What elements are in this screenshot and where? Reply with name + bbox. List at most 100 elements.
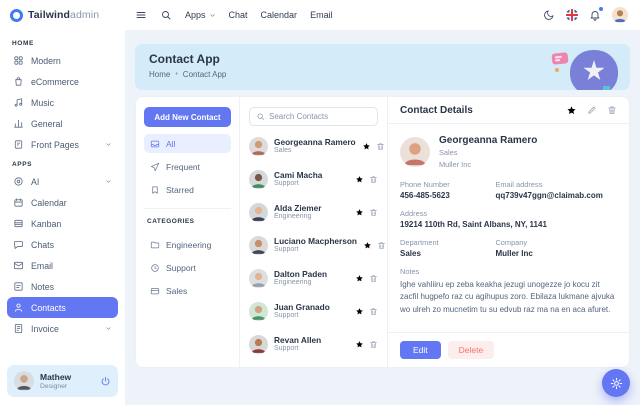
chat-icon [13, 239, 24, 250]
star-icon[interactable] [362, 142, 371, 151]
sidebar-item-kanban[interactable]: Kanban [7, 213, 118, 234]
user-avatar [14, 371, 34, 391]
contact-row[interactable]: Alda ZiemerEngineering [249, 196, 378, 229]
category-engineering[interactable]: Engineering [144, 235, 231, 254]
contact-row[interactable]: Revan AllenSupport [249, 328, 378, 361]
star-icon[interactable] [355, 340, 364, 349]
teal-rect-shape [603, 86, 610, 90]
details-company-top: Muller Inc [439, 160, 537, 170]
pink-card-shape [551, 52, 568, 65]
nav-apps[interactable]: Apps [185, 10, 216, 20]
contact-avatar [249, 269, 268, 288]
contact-department: Support [274, 312, 330, 321]
filter-frequent[interactable]: Frequent [144, 157, 231, 176]
sidebar-item-ai[interactable]: AI [7, 171, 118, 192]
contact-name: Dalton Paden [274, 269, 327, 279]
search-contacts-input[interactable] [269, 112, 371, 121]
grid-icon [13, 55, 24, 66]
sidebar-item-contacts[interactable]: Contacts [7, 297, 118, 318]
chevron-down-icon [105, 141, 112, 148]
star-icon[interactable] [355, 307, 364, 316]
brand-logo[interactable]: Tailwindadmin [0, 9, 125, 22]
breadcrumb-separator: • [175, 71, 177, 78]
add-new-contact-button[interactable]: Add New Contact [144, 107, 231, 127]
search-icon[interactable] [160, 9, 172, 21]
sidebar-item-music[interactable]: Music [7, 92, 118, 113]
contact-avatar [249, 302, 268, 321]
notification-dot [599, 7, 603, 11]
trash-icon[interactable] [369, 175, 378, 184]
star-icon[interactable] [355, 175, 364, 184]
bell-icon[interactable] [589, 9, 601, 21]
sidebar-item-general[interactable]: General [7, 113, 118, 134]
sidebar-section-apps: APPS [12, 161, 118, 168]
trash-icon[interactable] [377, 241, 386, 250]
nav-calendar[interactable]: Calendar [261, 10, 298, 20]
star-icon[interactable] [566, 105, 577, 116]
edit-pencil-icon[interactable] [587, 105, 597, 115]
details-avatar [400, 137, 430, 167]
top-header: Tailwindadmin Apps Chat Calendar Email [0, 0, 640, 30]
contact-department: Engineering [274, 213, 322, 222]
edit-button[interactable]: Edit [400, 341, 441, 359]
moon-icon[interactable] [543, 9, 555, 21]
breadcrumb: Home • Contact App [149, 70, 616, 79]
settings-fab-button[interactable] [602, 369, 630, 397]
clock-icon [150, 263, 160, 273]
sidebar-item-chats[interactable]: Chats [7, 234, 118, 255]
category-support[interactable]: Support [144, 258, 231, 277]
details-header: Contact Details [388, 97, 629, 124]
category-sales[interactable]: Sales [144, 281, 231, 300]
document-icon [13, 139, 24, 150]
filter-all[interactable]: All [144, 134, 231, 153]
contact-name: Alda Ziemer [274, 203, 322, 213]
chevron-down-icon [209, 12, 216, 19]
search-icon [256, 112, 265, 121]
filter-starred[interactable]: Starred [144, 180, 231, 199]
contact-row[interactable]: Juan GranadoSupport [249, 295, 378, 328]
contact-name: Revan Allen [274, 335, 321, 345]
contact-department: Sales [274, 147, 356, 156]
sidebar-item-calendar[interactable]: Calendar [7, 192, 118, 213]
sidebar-item-front-pages[interactable]: Front Pages [7, 134, 118, 155]
page-banner: Contact App Home • Contact App [135, 44, 630, 90]
details-footer: Edit Delete [388, 332, 629, 367]
sidebar-item-modern[interactable]: Modern [7, 50, 118, 71]
field-notes: Notes Ighe vahliiru ep zeba keakha jezug… [400, 267, 617, 316]
trash-icon[interactable] [607, 105, 617, 115]
details-name: Georgeanna Ramero [439, 135, 537, 146]
nav-email[interactable]: Email [310, 10, 333, 20]
field-address: Address 19214 110th Rd, Saint Albans, NY… [400, 209, 617, 229]
star-icon[interactable] [355, 208, 364, 217]
contact-row[interactable]: Cami MachaSupport [249, 163, 378, 196]
breadcrumb-home[interactable]: Home [149, 70, 170, 79]
brand-name: Tailwindadmin [28, 9, 99, 21]
field-email: Email address qq739v47ggn@claimab.com [495, 180, 617, 200]
divider [144, 208, 231, 209]
trash-icon[interactable] [369, 307, 378, 316]
main-content: Contact App Home • Contact App Add New C… [125, 30, 640, 405]
uk-flag-icon[interactable] [566, 9, 578, 21]
shopping-bag-icon [13, 76, 24, 87]
sidebar-item-notes[interactable]: Notes [7, 276, 118, 297]
sidebar-item-invoice[interactable]: Invoice [7, 318, 118, 339]
trash-icon[interactable] [369, 340, 378, 349]
contact-row[interactable]: Dalton PadenEngineering [249, 262, 378, 295]
sidebar-item-email[interactable]: Email [7, 255, 118, 276]
sidebar-item-ecommerce[interactable]: eCommerce [7, 71, 118, 92]
trash-icon[interactable] [369, 208, 378, 217]
details-profile: Georgeanna Ramero Sales Muller Inc [400, 135, 617, 170]
delete-button[interactable]: Delete [448, 341, 495, 359]
trash-icon[interactable] [369, 274, 378, 283]
logout-power-icon[interactable] [100, 376, 111, 387]
header-avatar[interactable] [612, 7, 628, 23]
menu-icon[interactable] [135, 9, 147, 21]
contact-row[interactable]: Georgeanna RameroSales [249, 130, 378, 163]
contact-details-panel: Contact Details Georgeanna Ramero Sales … [388, 97, 629, 367]
star-icon[interactable] [355, 274, 364, 283]
nav-chat[interactable]: Chat [229, 10, 248, 20]
trash-icon[interactable] [376, 142, 385, 151]
star-icon[interactable] [363, 241, 372, 250]
contact-row[interactable]: Luciano MacphersonSupport [249, 229, 378, 262]
banner-illustration [552, 47, 618, 90]
